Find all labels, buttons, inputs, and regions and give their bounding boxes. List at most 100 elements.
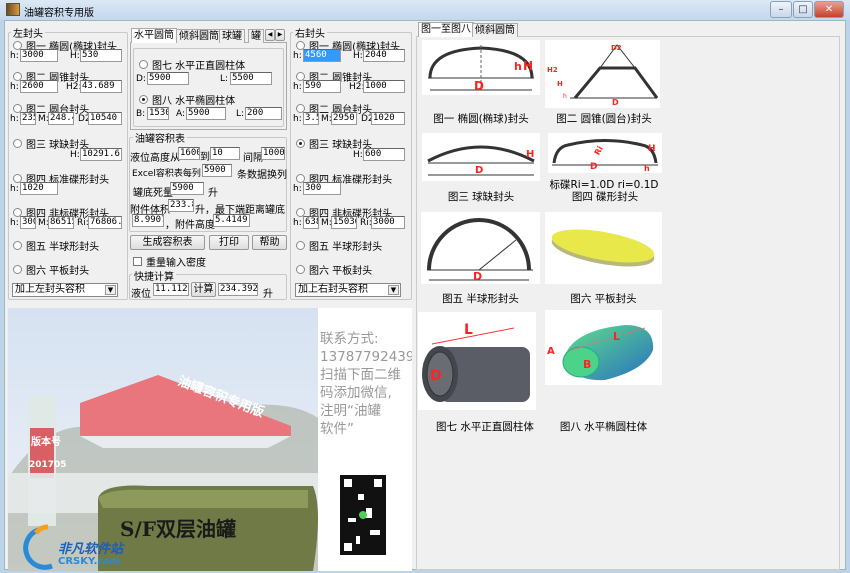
print-button[interactable]: 打印 xyxy=(209,235,249,250)
right-radio-r7[interactable]: 图五 半球形封头 xyxy=(296,238,382,253)
radio-dot xyxy=(139,60,148,69)
close-button[interactable]: ✕ xyxy=(814,1,844,18)
right-r1-h-input[interactable]: 4560 xyxy=(303,49,341,62)
fig8-l-input[interactable]: 200 xyxy=(245,107,282,120)
radio-fig8-label: 图八 水平椭圆柱体 xyxy=(152,96,236,107)
radio-dot xyxy=(13,139,22,148)
fig4-dished-head: D Ri Hh xyxy=(548,133,662,173)
right-radio-r7-label: 图五 半球形封头 xyxy=(309,242,383,253)
app-icon xyxy=(6,3,20,16)
label-h: H: xyxy=(70,51,80,61)
left-r6-ri-input[interactable]: 76806.6 xyxy=(88,216,122,229)
left-r4-h-input[interactable]: 10291.6 xyxy=(80,148,122,161)
minimize-button[interactable]: – xyxy=(770,1,792,18)
radio-dot xyxy=(13,265,22,274)
label-h: h: xyxy=(293,82,302,92)
left-r6-m-input[interactable]: 86515. xyxy=(48,216,74,229)
attachment-distance-input[interactable]: 8.9907 xyxy=(132,214,164,227)
left-radio-r7[interactable]: 图五 半球形封头 xyxy=(13,238,99,253)
fig8-b-input[interactable]: 1530 xyxy=(147,107,169,120)
fig7-l-input[interactable]: 5500 xyxy=(230,72,272,85)
contact-line: 软件” xyxy=(320,421,354,437)
contact-line: 扫描下面二维 xyxy=(320,367,401,383)
left-radio-r8[interactable]: 图六 平板封头 xyxy=(13,262,89,277)
right-r2-h2-input[interactable]: 1000 xyxy=(363,80,405,93)
attachment-height-input[interactable]: 5.4149 xyxy=(213,214,250,227)
tab-scroll-left-button[interactable]: ◀ xyxy=(265,29,275,41)
chevron-down-icon: ▼ xyxy=(105,285,116,295)
left-r1-h-input[interactable]: 530 xyxy=(80,49,122,62)
contact-line: 注明“油罐 xyxy=(320,403,381,419)
radio-fig8[interactable]: 图八 水平椭圆柱体 xyxy=(139,92,235,107)
fig5-hemispherical-head: D xyxy=(421,212,540,284)
right-r4-h-input[interactable]: 600 xyxy=(363,148,405,161)
right-r6-m-input[interactable]: 150368 xyxy=(331,216,357,229)
right-radio-r4[interactable]: 图三 球缺封头 xyxy=(296,136,372,151)
level-to-input[interactable]: 10 xyxy=(210,147,240,160)
left-radio-r4[interactable]: 图三 球缺封头 xyxy=(13,136,89,151)
fig7-horizontal-cylinder: LD xyxy=(418,312,536,410)
tab-spherical-tank[interactable]: 球罐 xyxy=(219,29,245,43)
generate-table-button[interactable]: 生成容积表 xyxy=(130,235,205,250)
version-label: 版本号 xyxy=(31,437,61,448)
radio-dot xyxy=(139,95,148,104)
svg-text:H: H xyxy=(648,144,656,154)
quick-level-input[interactable]: 11.1129 xyxy=(153,283,189,296)
radio-fig7[interactable]: 图七 水平正直圆柱体 xyxy=(139,57,245,72)
quick-unit-label: 升 xyxy=(263,289,273,300)
tab-inclined-cylinder[interactable]: 倾斜圆筒 xyxy=(176,29,222,43)
left-r1-h-input[interactable]: 3000 xyxy=(20,49,58,62)
left-r3-m-input[interactable]: 248.4 xyxy=(48,112,74,125)
step-input[interactable]: 1000 xyxy=(261,147,285,160)
left-r3-h-input[interactable]: 235. xyxy=(20,112,36,125)
quick-level-label: 液位 xyxy=(131,289,151,300)
left-r2-h2-input[interactable]: 43.689 xyxy=(80,80,122,93)
tab-figures[interactable]: 图一至图八 xyxy=(418,22,474,37)
density-checkbox[interactable]: 重量输入密度 xyxy=(133,254,206,269)
fig2-conical-head: D D2 H2 Hh xyxy=(545,40,660,108)
label-b: B: xyxy=(136,109,146,119)
fig7-d-input[interactable]: 5900 xyxy=(147,72,189,85)
left-r6-h-input[interactable]: 300 xyxy=(20,216,36,229)
fig3-caption: 图三 球缺封头 xyxy=(447,191,515,203)
right-r1-h-input[interactable]: 2040 xyxy=(363,49,405,62)
tab-scroll-right-button[interactable]: ▶ xyxy=(275,29,285,41)
fig2-caption: 图二 圆锥(圆台)封头 xyxy=(556,113,652,125)
right-r3-d2-input[interactable]: 1020 xyxy=(371,112,405,125)
svg-text:A: A xyxy=(547,346,555,357)
right-r6-h-input[interactable]: 6388 xyxy=(303,216,319,229)
attachment-volume-input[interactable]: 233.83 xyxy=(168,199,194,212)
left-r5-h-input[interactable]: 1020 xyxy=(20,182,58,195)
fig1-ellipsoidal-head: Dh H xyxy=(422,40,540,95)
svg-text:H2: H2 xyxy=(547,66,558,74)
left-head-volume-select[interactable]: 加上左封头容积 ▼ xyxy=(12,283,118,297)
excel-rows-input[interactable]: 5900 xyxy=(202,164,232,177)
label-h: h: xyxy=(293,218,302,228)
right-r5-h-input[interactable]: 300 xyxy=(303,182,341,195)
right-r2-h-input[interactable]: 590 xyxy=(303,80,341,93)
tab-more[interactable]: 罐 xyxy=(248,29,264,43)
right-radio-r8[interactable]: 图六 平板封头 xyxy=(296,262,372,277)
left-r3-d2-input[interactable]: 10540 xyxy=(88,112,122,125)
label-h: h: xyxy=(10,51,19,61)
level-to-label: 到 xyxy=(200,152,210,163)
tab-inclined[interactable]: 倾斜圆筒 xyxy=(472,23,518,37)
calculate-button[interactable]: 计算 xyxy=(191,282,216,297)
level-from-input[interactable]: 1600 xyxy=(178,147,200,160)
right-head-volume-select[interactable]: 加上右封头容积 ▼ xyxy=(295,283,401,297)
maximize-button[interactable]: □ xyxy=(793,1,813,18)
label-h: h: xyxy=(10,114,19,124)
contact-phone: 13787792439 xyxy=(320,349,412,365)
help-button[interactable]: 帮助 xyxy=(252,235,287,250)
tab-horizontal-cylinder[interactable]: 水平圆筒 xyxy=(131,28,177,43)
level-from-label: 液位高度从 xyxy=(130,153,180,164)
dead-volume-input[interactable]: 5900 xyxy=(170,182,204,195)
fig8-a-input[interactable]: 5900 xyxy=(186,107,226,120)
right-r3-m-input[interactable]: 2950 xyxy=(331,112,357,125)
left-r2-h-input[interactable]: 2600 xyxy=(20,80,58,93)
svg-text:D: D xyxy=(590,162,597,172)
right-r3-h-input[interactable]: 3.5' xyxy=(303,112,319,125)
contact-label: 联系方式: xyxy=(320,331,379,347)
right-r6-ri-input[interactable]: 3000 xyxy=(371,216,405,229)
svg-text:D: D xyxy=(474,79,484,93)
